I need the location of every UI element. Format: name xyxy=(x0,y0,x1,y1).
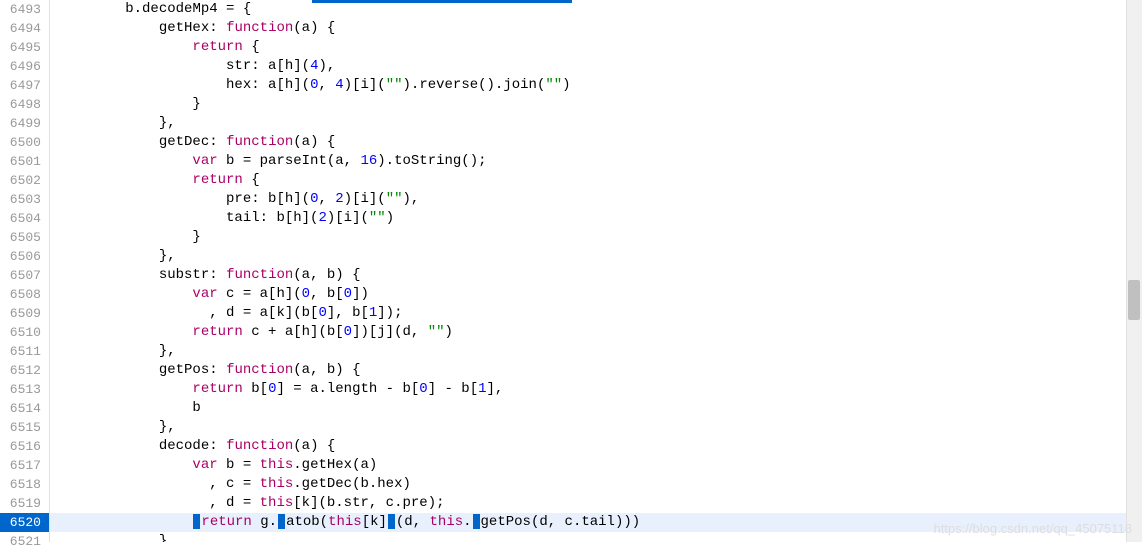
code-line[interactable]: getHex: function(a) { xyxy=(50,19,1142,38)
line-number: 6515 xyxy=(0,418,49,437)
line-gutter: 6493649464956496649764986499650065016502… xyxy=(0,0,50,542)
line-number: 6503 xyxy=(0,190,49,209)
code-line[interactable]: , d = this[k](b.str, c.pre); xyxy=(50,494,1142,513)
code-line[interactable]: }, xyxy=(50,247,1142,266)
line-number: 6513 xyxy=(0,380,49,399)
line-number: 6505 xyxy=(0,228,49,247)
code-line[interactable]: }, xyxy=(50,114,1142,133)
line-number: 6508 xyxy=(0,285,49,304)
line-number: 6517 xyxy=(0,456,49,475)
code-line[interactable]: return c + a[h](b[0])[j](d, "") xyxy=(50,323,1142,342)
code-line[interactable]: return g.atob(this[k](d, this.getPos(d, … xyxy=(50,513,1142,532)
code-line[interactable]: str: a[h](4), xyxy=(50,57,1142,76)
code-line[interactable]: return b[0] = a.length - b[0] - b[1], xyxy=(50,380,1142,399)
line-number: 6509 xyxy=(0,304,49,323)
code-line[interactable]: b xyxy=(50,399,1142,418)
vertical-scrollbar[interactable] xyxy=(1126,0,1142,542)
breakpoint-marker xyxy=(278,514,285,529)
line-number: 6511 xyxy=(0,342,49,361)
line-number: 6502 xyxy=(0,171,49,190)
code-line[interactable]: tail: b[h](2)[i]("") xyxy=(50,209,1142,228)
code-line[interactable]: }, xyxy=(50,418,1142,437)
code-line[interactable]: } xyxy=(50,228,1142,247)
line-number: 6520 xyxy=(0,513,49,532)
code-line[interactable]: hex: a[h](0, 4)[i]("").reverse().join(""… xyxy=(50,76,1142,95)
line-number: 6504 xyxy=(0,209,49,228)
code-line[interactable]: } xyxy=(50,532,1142,542)
line-number: 6498 xyxy=(0,95,49,114)
line-number: 6497 xyxy=(0,76,49,95)
code-line[interactable]: } xyxy=(50,95,1142,114)
line-number: 6510 xyxy=(0,323,49,342)
line-number: 6507 xyxy=(0,266,49,285)
line-number: 6506 xyxy=(0,247,49,266)
line-number: 6516 xyxy=(0,437,49,456)
line-number: 6514 xyxy=(0,399,49,418)
line-number: 6494 xyxy=(0,19,49,38)
line-number: 6493 xyxy=(0,0,49,19)
code-line[interactable]: return { xyxy=(50,38,1142,57)
tab-indicator xyxy=(312,0,572,3)
code-line[interactable]: , c = this.getDec(b.hex) xyxy=(50,475,1142,494)
code-line[interactable]: decode: function(a) { xyxy=(50,437,1142,456)
line-number: 6495 xyxy=(0,38,49,57)
code-line[interactable]: b.decodeMp4 = { xyxy=(50,0,1142,19)
code-area[interactable]: b.decodeMp4 = { getHex: function(a) { re… xyxy=(50,0,1142,542)
code-line[interactable]: pre: b[h](0, 2)[i](""), xyxy=(50,190,1142,209)
code-line[interactable]: var b = parseInt(a, 16).toString(); xyxy=(50,152,1142,171)
code-line[interactable]: return { xyxy=(50,171,1142,190)
line-number: 6500 xyxy=(0,133,49,152)
code-line[interactable]: }, xyxy=(50,342,1142,361)
code-line[interactable]: var b = this.getHex(a) xyxy=(50,456,1142,475)
code-line[interactable]: var c = a[h](0, b[0]) xyxy=(50,285,1142,304)
code-line[interactable]: substr: function(a, b) { xyxy=(50,266,1142,285)
breakpoint-marker xyxy=(388,514,395,529)
line-number: 6499 xyxy=(0,114,49,133)
line-number: 6519 xyxy=(0,494,49,513)
line-number: 6501 xyxy=(0,152,49,171)
scrollbar-thumb[interactable] xyxy=(1128,280,1140,320)
code-line[interactable]: , d = a[k](b[0], b[1]); xyxy=(50,304,1142,323)
code-line[interactable]: getPos: function(a, b) { xyxy=(50,361,1142,380)
line-number: 6518 xyxy=(0,475,49,494)
breakpoint-marker xyxy=(473,514,480,529)
breakpoint-marker xyxy=(193,514,200,529)
code-line[interactable]: getDec: function(a) { xyxy=(50,133,1142,152)
line-number: 6512 xyxy=(0,361,49,380)
line-number: 6496 xyxy=(0,57,49,76)
code-editor[interactable]: 6493649464956496649764986499650065016502… xyxy=(0,0,1142,542)
